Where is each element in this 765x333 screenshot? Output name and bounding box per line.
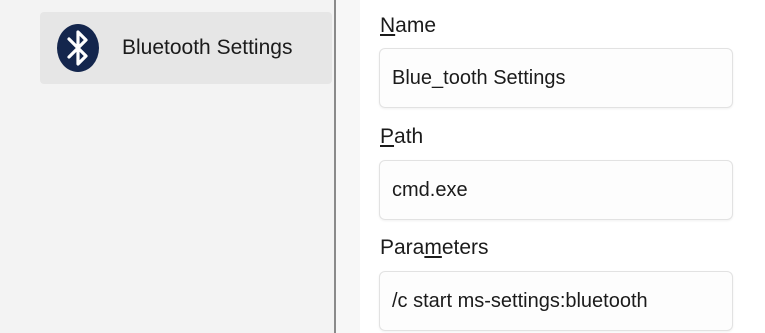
app-window: Bluetooth Settings Name Path Parameters — [0, 0, 765, 333]
parameters-label-accesskey: m — [424, 236, 442, 259]
shortcut-list-pane: Bluetooth Settings — [0, 0, 334, 333]
name-label: Name — [380, 14, 436, 38]
name-label-rest: ame — [395, 14, 437, 37]
splitter-gutter — [336, 0, 360, 333]
parameters-label-post: eters — [441, 236, 489, 259]
path-label-accesskey: P — [380, 125, 395, 148]
path-label-rest: ath — [394, 125, 424, 148]
bluetooth-icon — [57, 24, 99, 72]
parameters-label: Parameters — [380, 236, 489, 260]
name-field[interactable] — [379, 48, 733, 108]
name-label-accesskey: N — [380, 14, 396, 37]
parameters-field[interactable] — [379, 271, 733, 331]
path-label: Path — [380, 125, 423, 149]
path-field[interactable] — [379, 160, 733, 220]
parameters-label-pre: Para — [380, 236, 425, 259]
list-item-bluetooth-settings[interactable]: Bluetooth Settings — [40, 12, 332, 84]
list-item-label: Bluetooth Settings — [122, 36, 293, 59]
